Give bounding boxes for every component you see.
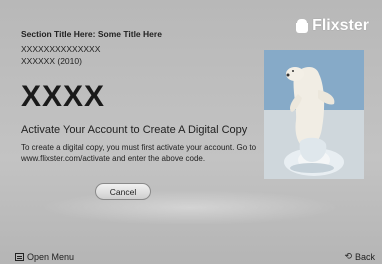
floor-glow <box>40 190 340 225</box>
polar-bear-image <box>264 50 364 179</box>
menu-icon <box>15 253 24 261</box>
back-hint[interactable]: ⟲ Back <box>344 251 375 262</box>
open-menu-hint[interactable]: Open Menu <box>15 252 74 262</box>
footer-bar: Open Menu ⟲ Back <box>0 246 382 264</box>
brand-name: Flixster <box>312 17 369 34</box>
activation-heading: Activate Your Account to Create A Digita… <box>21 124 248 136</box>
section-title: Section Title Here: Some Title Here <box>21 29 162 39</box>
polar-bear-illustration <box>264 50 364 179</box>
back-label: Back <box>354 251 375 262</box>
activation-description: To create a digital copy, you must first… <box>21 143 257 163</box>
popcorn-icon <box>296 19 309 33</box>
year-line: XXXXXX (2010) <box>21 56 82 66</box>
open-menu-label: Open Menu <box>27 252 75 262</box>
return-arrow-icon: ⟲ <box>344 251 352 261</box>
activation-screen: Flixster Section Title Here: Some Title … <box>0 0 382 264</box>
cancel-button[interactable]: Cancel <box>95 183 151 200</box>
flixster-logo: Flixster <box>296 17 369 35</box>
activation-code: XXXX <box>21 80 106 113</box>
title-line: XXXXXXXXXXXXXX <box>21 44 101 54</box>
